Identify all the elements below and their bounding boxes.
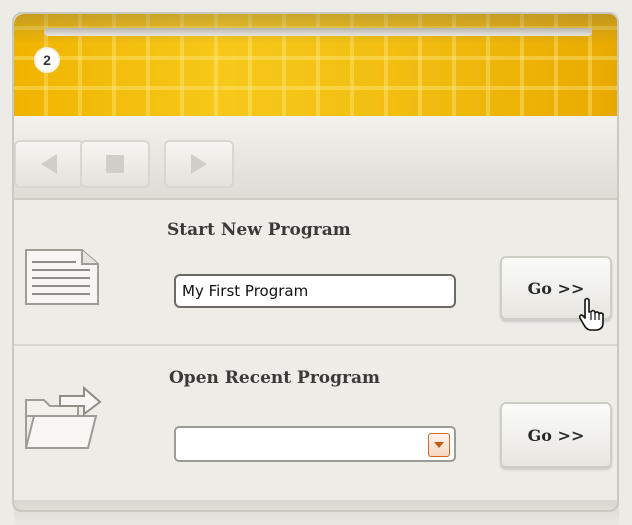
open-go-button[interactable]: Go >> (500, 402, 612, 468)
bottom-strip (14, 500, 619, 525)
open-folder-icon (24, 385, 102, 449)
triangle-right-icon (191, 154, 207, 174)
section-divider (14, 344, 619, 346)
program-name-input[interactable]: My First Program (174, 274, 456, 308)
recent-program-select[interactable] (174, 426, 456, 462)
toolbar (14, 116, 619, 200)
back-button[interactable] (14, 140, 84, 188)
square-stop-icon (106, 155, 124, 173)
dropdown-arrow-icon[interactable] (428, 433, 450, 457)
open-recent-program-title: Open Recent Program (169, 368, 380, 388)
header-banner: 2 (14, 14, 619, 116)
header-top-bar (44, 28, 592, 36)
stop-button[interactable] (80, 140, 150, 188)
hand-pointer-icon (578, 297, 604, 331)
document-icon (25, 249, 99, 305)
triangle-left-icon (41, 154, 57, 174)
play-button[interactable] (164, 140, 234, 188)
step-badge: 2 (34, 47, 60, 73)
start-new-program-title: Start New Program (167, 220, 351, 240)
start-panel: Start New Program My First Program Go >>… (14, 200, 619, 500)
